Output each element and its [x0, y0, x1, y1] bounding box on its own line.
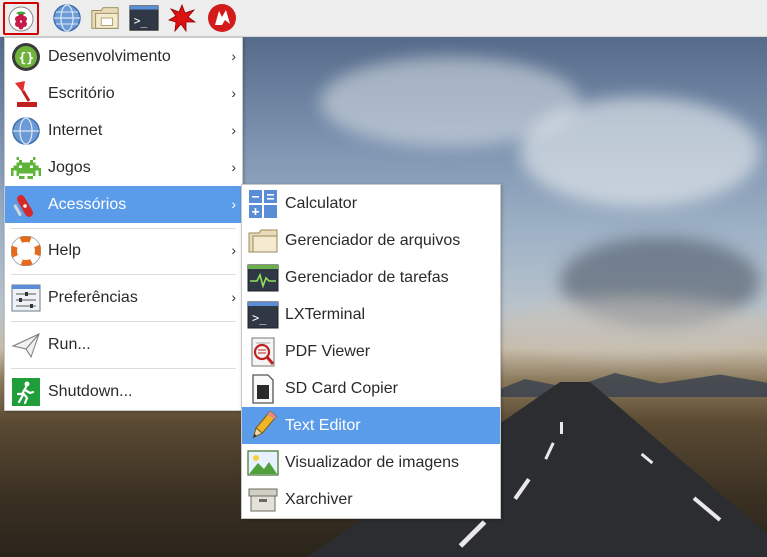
mountain-silhouette — [480, 373, 767, 397]
file-manager-launcher[interactable] — [90, 3, 120, 33]
globe-icon — [10, 115, 42, 147]
submenu-item-sd-card-copier[interactable]: SD Card Copier — [242, 371, 500, 407]
submenu-item-lxterminal[interactable]: >_ LXTerminal — [242, 297, 500, 333]
submenu-item-label: LXTerminal — [285, 306, 366, 323]
chevron-right-icon: › — [231, 85, 236, 102]
menu-item-label: Escritório — [48, 85, 115, 102]
chevron-right-icon: › — [231, 122, 236, 139]
terminal-icon: >_ — [129, 5, 159, 31]
sd-card-icon — [247, 373, 279, 405]
paper-plane-icon — [10, 329, 42, 361]
task-monitor-icon — [247, 262, 279, 294]
menu-item-label: Help — [48, 242, 81, 259]
menu-separator — [11, 228, 236, 229]
submenu-item-file-manager[interactable]: Gerenciador de arquivos — [242, 223, 500, 259]
submenu-item-calculator[interactable]: Calculator — [242, 186, 500, 222]
swiss-knife-icon — [10, 189, 42, 221]
browser-launcher[interactable] — [52, 3, 82, 33]
pencil-icon — [247, 410, 279, 442]
menu-item-label: Run... — [48, 336, 91, 353]
menu-item-desenvolvimento[interactable]: {} Desenvolvimento › — [5, 39, 242, 75]
accessories-submenu: Calculator Gerenciador de arquivos Geren… — [241, 184, 501, 519]
space-invader-icon — [10, 152, 42, 184]
submenu-item-label: Calculator — [285, 195, 358, 212]
menu-item-preferencias[interactable]: Preferências › — [5, 280, 242, 316]
menu-item-escritorio[interactable]: Escritório › — [5, 76, 242, 112]
submenu-item-text-editor[interactable]: Text Editor — [242, 407, 500, 444]
menu-item-acessorios[interactable]: Acessórios › — [5, 186, 242, 223]
menu-item-shutdown[interactable]: Shutdown... — [5, 374, 242, 410]
menu-item-label: Acessórios — [48, 195, 127, 213]
submenu-item-image-viewer[interactable]: Visualizador de imagens — [242, 445, 500, 481]
menu-separator — [11, 274, 236, 275]
menu-separator — [11, 368, 236, 369]
menu-item-run[interactable]: Run... — [5, 327, 242, 363]
chevron-right-icon: › — [231, 242, 236, 259]
menu-item-label: Shutdown... — [48, 383, 133, 400]
exit-running-man-icon — [10, 376, 42, 408]
menu-item-label: Preferências — [48, 289, 138, 306]
mathematica-launcher[interactable] — [167, 3, 197, 33]
main-menu: {} Desenvolvimento › Escritório › Intern… — [4, 37, 243, 411]
raspberry-menu-button[interactable] — [3, 2, 39, 35]
globe-browser-icon — [53, 4, 81, 32]
wolfram-launcher[interactable] — [207, 3, 237, 33]
submenu-item-label: Xarchiver — [285, 491, 353, 508]
chevron-right-icon: › — [231, 195, 236, 212]
svg-text:>_: >_ — [252, 311, 267, 325]
raspberry-menu-icon — [8, 6, 34, 31]
submenu-item-label: Visualizador de imagens — [285, 454, 460, 471]
archive-box-icon — [247, 484, 279, 516]
image-viewer-icon — [247, 447, 279, 479]
submenu-item-pdf-viewer[interactable]: PDF Viewer — [242, 334, 500, 370]
submenu-item-label: PDF Viewer — [285, 343, 371, 360]
terminal-icon: >_ — [247, 299, 279, 331]
chevron-right-icon: › — [231, 159, 236, 176]
submenu-item-xarchiver[interactable]: Xarchiver — [242, 482, 500, 518]
svg-text:>_: >_ — [134, 15, 148, 28]
menu-item-internet[interactable]: Internet › — [5, 113, 242, 149]
menu-separator — [11, 321, 236, 322]
preferences-sliders-icon — [10, 282, 42, 314]
submenu-item-label: SD Card Copier — [285, 380, 398, 397]
submenu-item-label: Gerenciador de tarefas — [285, 269, 449, 286]
top-panel: >_ — [0, 0, 767, 37]
pdf-magnifier-icon — [247, 336, 279, 368]
menu-item-label: Internet — [48, 122, 103, 139]
wolfram-icon — [208, 4, 236, 32]
calculator-icon — [247, 188, 279, 220]
lifebuoy-icon — [10, 235, 42, 267]
mathematica-spikey-icon — [168, 4, 196, 32]
folder-icon — [247, 225, 279, 257]
folder-icon — [91, 7, 119, 29]
submenu-item-label: Text Editor — [285, 416, 361, 434]
menu-item-jogos[interactable]: Jogos › — [5, 150, 242, 186]
menu-item-label: Desenvolvimento — [48, 48, 171, 65]
braces-dev-icon: {} — [10, 41, 42, 73]
submenu-item-label: Gerenciador de arquivos — [285, 232, 461, 249]
svg-text:{}: {} — [19, 51, 35, 66]
menu-item-help[interactable]: Help › — [5, 233, 242, 269]
chevron-right-icon: › — [231, 289, 236, 306]
terminal-launcher[interactable]: >_ — [129, 3, 159, 33]
menu-item-label: Jogos — [48, 159, 91, 176]
desk-lamp-icon — [10, 78, 42, 110]
submenu-item-task-manager[interactable]: Gerenciador de tarefas — [242, 260, 500, 296]
chevron-right-icon: › — [231, 48, 236, 65]
